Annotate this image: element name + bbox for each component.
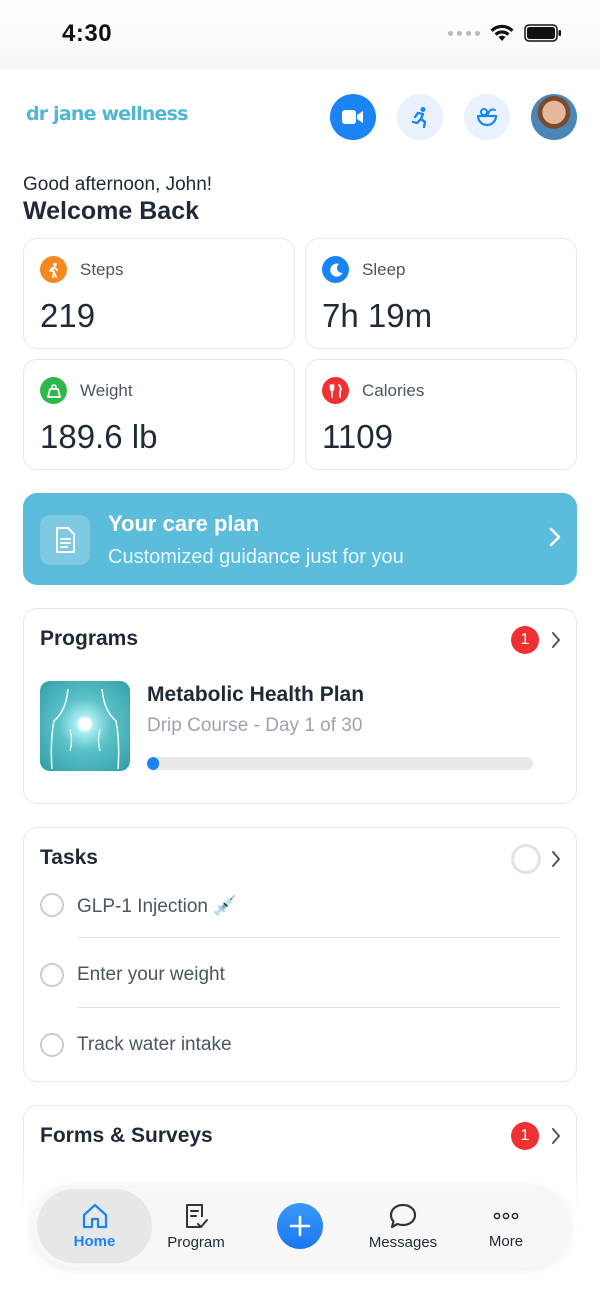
- home-icon: [82, 1203, 107, 1228]
- status-time: 4:30: [62, 20, 113, 47]
- weight-value: 189.6 lb: [40, 418, 158, 455]
- tasks-title: Tasks: [40, 846, 98, 869]
- care-plan-banner[interactable]: Your care plan Customized guidance just …: [23, 493, 577, 585]
- program-thumbnail[interactable]: [40, 681, 130, 771]
- plus-icon: [289, 1215, 311, 1237]
- calories-label: Calories: [362, 381, 425, 400]
- tab-program-label: Program: [167, 1233, 225, 1251]
- wifi-icon: [490, 24, 514, 41]
- steps-label: Steps: [80, 260, 124, 279]
- task-checkbox[interactable]: [40, 1033, 64, 1057]
- steps-card[interactable]: Steps 219: [23, 238, 295, 349]
- scale-weight-icon: [40, 377, 67, 404]
- add-button[interactable]: [277, 1203, 323, 1249]
- body-silhouette-icon: [50, 688, 120, 770]
- care-plan-title: Your care plan: [108, 511, 260, 536]
- forms-title: Forms & Surveys: [40, 1124, 213, 1147]
- document-icon: [40, 515, 90, 565]
- calories-value: 1109: [322, 418, 393, 455]
- task-item[interactable]: GLP-1 Injection 💉: [40, 868, 560, 938]
- nutrition-button[interactable]: [464, 94, 510, 140]
- sleep-label: Sleep: [362, 260, 406, 279]
- tab-messages[interactable]: Messages: [360, 1185, 446, 1267]
- sleep-value: 7h 19m: [322, 297, 433, 334]
- walking-icon: [40, 256, 67, 283]
- app-header: dr jane wellness: [0, 88, 600, 148]
- task-item[interactable]: Enter your weight: [40, 938, 560, 1008]
- care-plan-subtitle: Customized guidance just for you: [108, 546, 404, 568]
- task-item[interactable]: Track water intake: [40, 1008, 560, 1078]
- weight-card[interactable]: Weight 189.6 lb: [23, 359, 295, 470]
- signal-dots-icon: [448, 30, 480, 36]
- status-icons: [448, 24, 562, 42]
- page-title: Welcome Back: [23, 197, 200, 225]
- chevron-right-icon[interactable]: [551, 1127, 561, 1145]
- more-dots-icon: [493, 1212, 519, 1219]
- task-label: Track water intake: [77, 1034, 232, 1055]
- programs-badge: 1: [511, 626, 539, 654]
- steps-value: 219: [40, 297, 96, 334]
- programs-card[interactable]: Programs 1 Metabolic Health Plan Drip Co…: [23, 608, 577, 804]
- video-call-icon: [342, 110, 363, 124]
- chat-bubble-icon: [389, 1203, 417, 1228]
- tab-home[interactable]: Home: [37, 1189, 152, 1263]
- forms-badge: 1: [511, 1122, 539, 1150]
- sleep-card[interactable]: Sleep 7h 19m: [305, 238, 577, 349]
- programs-title: Programs: [40, 627, 139, 650]
- video-call-button[interactable]: [330, 94, 376, 140]
- food-bowl-icon: [476, 108, 498, 127]
- task-label: GLP-1 Injection 💉: [77, 896, 237, 917]
- program-subtitle: Drip Course - Day 1 of 30: [147, 715, 363, 736]
- weight-label: Weight: [80, 381, 133, 400]
- activity-button[interactable]: [397, 94, 443, 140]
- chevron-right-icon[interactable]: [551, 631, 561, 649]
- greeting-text: Good afternoon, John!: [23, 174, 213, 195]
- chevron-right-icon[interactable]: [551, 850, 561, 868]
- tab-messages-label: Messages: [368, 1233, 438, 1251]
- fork-knife-icon: [322, 377, 349, 404]
- program-name: Metabolic Health Plan: [147, 683, 365, 706]
- task-checkbox[interactable]: [40, 893, 64, 917]
- running-icon: [411, 107, 427, 128]
- moon-icon: [322, 256, 349, 283]
- status-bar: 4:30: [0, 0, 600, 70]
- task-label: Enter your weight: [77, 964, 225, 985]
- clipboard-check-icon: [186, 1203, 208, 1228]
- program-progress-fill: [147, 757, 159, 770]
- tab-more[interactable]: More: [471, 1185, 541, 1267]
- bottom-tab-bar: Home Program Messages More: [31, 1185, 570, 1267]
- program-progress-bar: [147, 757, 533, 770]
- tab-more-label: More: [488, 1232, 524, 1250]
- brand-logo[interactable]: dr jane wellness: [26, 103, 188, 125]
- tasks-card[interactable]: Tasks GLP-1 Injection 💉 Enter your weigh…: [23, 827, 577, 1082]
- chevron-right-icon: [549, 527, 561, 547]
- calories-card[interactable]: Calories 1109: [305, 359, 577, 470]
- battery-icon: [524, 24, 561, 42]
- task-checkbox[interactable]: [40, 963, 64, 987]
- tab-home-label: Home: [73, 1232, 116, 1250]
- avatar[interactable]: [531, 94, 577, 140]
- tab-program[interactable]: Program: [156, 1185, 236, 1267]
